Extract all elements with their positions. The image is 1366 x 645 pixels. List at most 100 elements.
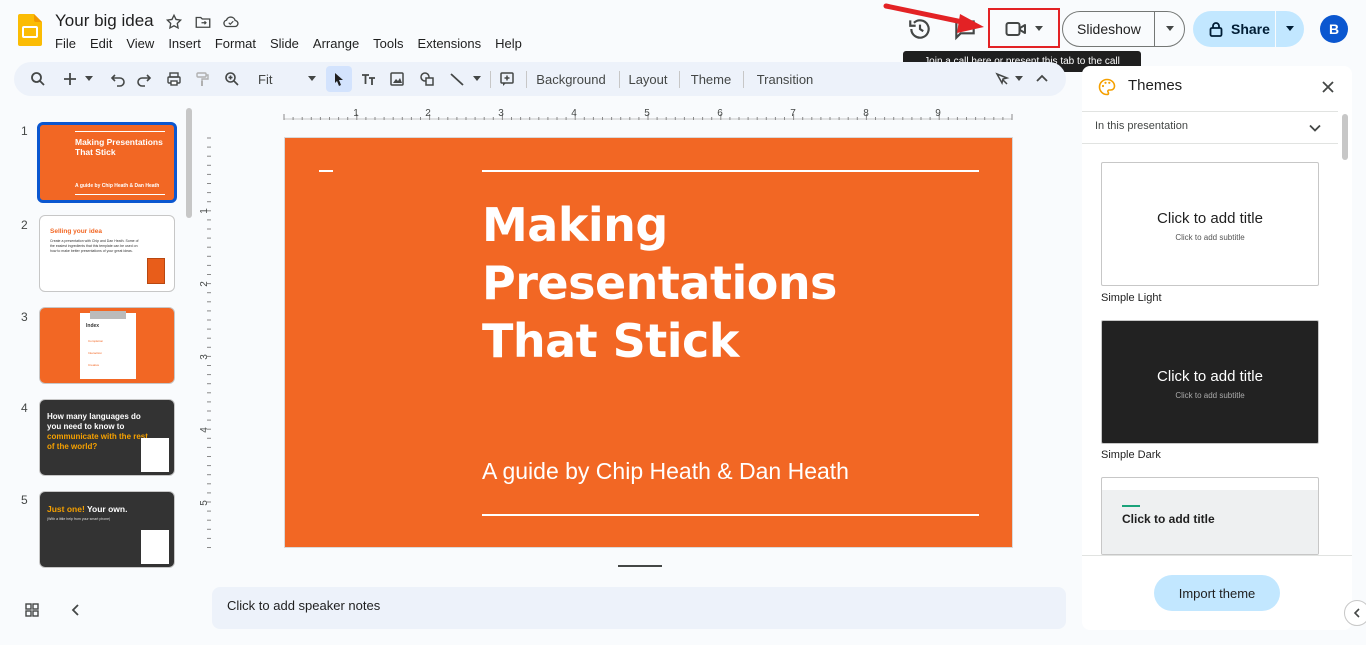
ruler-label: 4: [199, 427, 210, 433]
themes-scrollbar[interactable]: [1342, 114, 1348, 160]
move-folder-icon[interactable]: [194, 13, 212, 31]
theme-card-simple-dark[interactable]: Click to add title Click to add subtitle: [1101, 320, 1319, 444]
slide-bottom-rule: [482, 514, 979, 516]
shape-button[interactable]: [414, 62, 440, 96]
thumb-tape: [90, 311, 126, 319]
ruler-label: 5: [644, 108, 650, 119]
menu-tools[interactable]: Tools: [366, 35, 410, 53]
thumb-title-part: How many languages do you need to know t…: [47, 412, 141, 431]
text-box-button[interactable]: [356, 62, 382, 96]
slide-subtitle[interactable]: A guide by Chip Heath & Dan Heath: [482, 458, 849, 485]
ruler-label: 2: [199, 281, 210, 287]
new-slide-options-button[interactable]: [82, 62, 96, 96]
paint-format-icon: [196, 72, 209, 86]
ruler-label: 4: [571, 108, 577, 119]
cloud-saved-icon[interactable]: [222, 13, 240, 31]
chevron-down-icon: [85, 76, 93, 81]
ruler-label: 6: [717, 108, 723, 119]
slide-title[interactable]: Making Presentations That Stick: [482, 196, 962, 370]
menu-edit[interactable]: Edit: [83, 35, 119, 53]
slide-thumbnail-1[interactable]: Making Presentations That Stick A guide …: [37, 122, 177, 203]
paint-format-button[interactable]: [190, 62, 214, 96]
menu-format[interactable]: Format: [208, 35, 263, 53]
document-title[interactable]: Your big idea: [55, 11, 154, 31]
thumb-title-highlight: Just one!: [47, 504, 85, 514]
chevron-down-icon[interactable]: [1308, 121, 1322, 135]
text-box-icon: [362, 74, 375, 85]
theme-card-title: Click to add title: [1122, 512, 1215, 526]
print-button[interactable]: [162, 62, 186, 96]
close-icon[interactable]: [1320, 79, 1336, 95]
theme-filter-select[interactable]: In this presentation: [1095, 120, 1188, 132]
transition-button[interactable]: Transition: [748, 62, 822, 96]
thumb-paper: [141, 438, 169, 472]
menu-arrange[interactable]: Arrange: [306, 35, 366, 53]
thumb-title: Index: [86, 323, 100, 329]
undo-button[interactable]: [106, 62, 130, 96]
zoom-select[interactable]: Fit: [252, 62, 322, 96]
star-icon[interactable]: [165, 13, 183, 31]
background-button[interactable]: Background: [528, 62, 614, 96]
slide-thumbnail-4[interactable]: How many languages do you need to know t…: [39, 399, 175, 476]
pointer-options-button[interactable]: [1012, 62, 1026, 96]
thumb-title: Just one! Your own.: [47, 504, 127, 514]
annotation-arrow-icon: [883, 3, 984, 33]
notes-resize-handle[interactable]: [618, 565, 662, 567]
menu-file[interactable]: File: [48, 35, 83, 53]
menu-bar: File Edit View Insert Format Slide Arran…: [48, 35, 529, 53]
zoom-button[interactable]: [220, 62, 244, 96]
theme-button[interactable]: Theme: [684, 62, 738, 96]
thumb-body: Create a presentation with Chip and Dan …: [50, 239, 139, 253]
menu-insert[interactable]: Insert: [161, 35, 208, 53]
theme-card-streamline[interactable]: Click to add title: [1101, 477, 1319, 555]
ruler-label: 3: [199, 354, 210, 360]
pointer-icon: [995, 72, 1010, 86]
redo-button[interactable]: [132, 62, 156, 96]
menu-view[interactable]: View: [119, 35, 161, 53]
line-options-button[interactable]: [470, 62, 484, 96]
search-menus-button[interactable]: [26, 62, 50, 96]
grid-view-icon[interactable]: [24, 602, 40, 618]
account-avatar[interactable]: B: [1320, 15, 1348, 43]
chevron-up-icon: [1036, 74, 1048, 82]
slideshow-button[interactable]: Slideshow: [1063, 21, 1154, 37]
current-slide[interactable]: Making Presentations That Stick A guide …: [284, 137, 1013, 548]
menu-help[interactable]: Help: [488, 35, 529, 53]
slide-thumbnail-5[interactable]: Just one! Your own. (With a little help …: [39, 491, 175, 568]
slideshow-options-button[interactable]: [1155, 26, 1184, 32]
thumb-item: Creative: [88, 363, 100, 367]
theme-card-simple-light[interactable]: Click to add title Click to add subtitle: [1101, 162, 1319, 286]
pointer-tool-button[interactable]: [990, 62, 1014, 96]
import-theme-button[interactable]: Import theme: [1154, 575, 1280, 611]
slide-number: 4: [21, 401, 28, 415]
thumb-line: [75, 131, 165, 132]
new-slide-button[interactable]: [58, 62, 82, 96]
slides-logo-icon[interactable]: [18, 14, 42, 46]
select-tool-button[interactable]: [326, 66, 352, 92]
add-comment-button[interactable]: [494, 62, 520, 96]
redo-icon: [137, 74, 152, 87]
insert-image-button[interactable]: [384, 62, 410, 96]
thumb-title: Selling your idea: [50, 228, 103, 235]
layout-button[interactable]: Layout: [622, 62, 674, 96]
slide-thumbnail-2[interactable]: Selling your idea Create a presentation …: [39, 215, 175, 292]
vertical-ruler: 1 2 3 4 5: [199, 137, 211, 548]
toolbar-divider: [743, 71, 744, 88]
thumb-title-part: Your own.: [84, 504, 128, 514]
filmstrip-scrollbar[interactable]: [186, 108, 192, 218]
speaker-notes-area[interactable]: Click to add speaker notes: [212, 587, 1066, 629]
menu-extensions[interactable]: Extensions: [411, 35, 489, 53]
thumb-subtitle: (With a little help from your smart phon…: [47, 517, 111, 521]
share-options-button[interactable]: [1276, 26, 1304, 32]
line-button[interactable]: [444, 62, 470, 96]
collapse-filmstrip-icon[interactable]: [68, 602, 84, 618]
slide-thumbnail-3[interactable]: Index Completion Interaction Creative: [39, 307, 175, 384]
themes-panel-title: Themes: [1128, 77, 1183, 94]
slide-top-rule: [482, 170, 979, 172]
book-cover-image: [147, 258, 165, 284]
side-panel-toggle[interactable]: [1344, 600, 1366, 626]
hide-menus-button[interactable]: [1030, 62, 1054, 96]
menu-slide[interactable]: Slide: [263, 35, 306, 53]
share-button[interactable]: Share: [1193, 21, 1275, 37]
theme-card-subtitle: Click to add subtitle: [1175, 391, 1245, 400]
